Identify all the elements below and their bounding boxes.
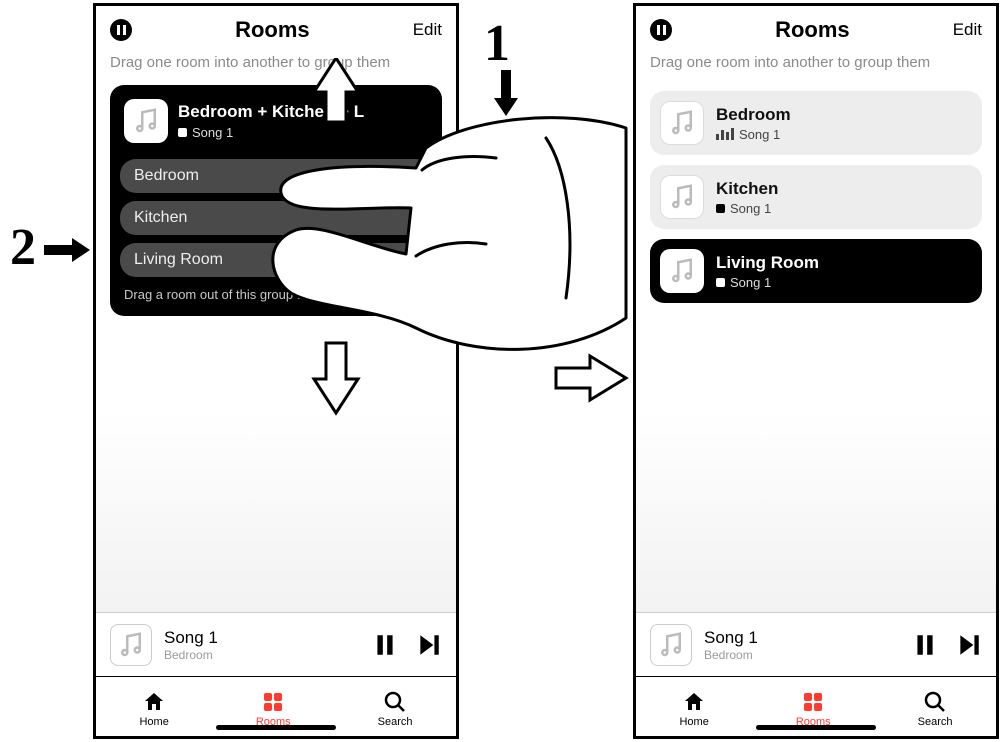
content-fade [636,412,996,612]
group-room-chip[interactable]: Kitchen [120,201,432,235]
tab-search[interactable]: Search [918,690,953,728]
album-art-icon [124,99,168,143]
arrow-right-icon [44,238,90,262]
room-nowplaying: Song 1 [716,275,819,290]
group-room-chip[interactable]: Living Room [120,243,432,277]
album-art-icon [650,624,692,666]
content-fade [96,412,456,612]
rooms-icon [261,690,285,714]
group-room-chip[interactable]: Bedroom [120,159,432,193]
home-indicator [756,725,876,730]
pause-icon[interactable] [650,19,672,41]
room-nowplaying: Song 1 [716,201,778,216]
group-nowplaying: Song 1 [178,125,364,140]
room-nowplaying: Song 1 [716,127,791,142]
tab-rooms[interactable]: Rooms [796,690,831,728]
stop-icon [716,204,725,213]
room-card-bedroom[interactable]: Bedroom Song 1 [650,91,982,155]
page-title: Rooms [235,17,310,43]
pause-button[interactable] [372,632,398,658]
now-playing-bar[interactable]: Song 1 Bedroom [96,612,456,676]
room-card-living-room[interactable]: Living Room Song 1 [650,239,982,303]
home-icon [682,690,706,714]
next-button[interactable] [956,632,982,658]
tab-home[interactable]: Home [679,690,708,728]
tab-rooms[interactable]: Rooms [256,690,291,728]
stop-icon [716,278,725,287]
tab-home[interactable]: Home [139,690,168,728]
np-room: Bedroom [704,648,900,662]
arrow-down-icon [494,70,518,116]
grouping-hint: Drag one room into another to group them [96,50,456,81]
stop-icon [178,128,187,137]
album-art-icon [660,249,704,293]
group-title: Bedroom + Kitchen + L [178,102,364,122]
search-icon [923,690,947,714]
next-button[interactable] [416,632,442,658]
page-title: Rooms [775,17,850,43]
phone-after: Rooms Edit Drag one room into another to… [633,3,999,739]
room-name: Living Room [716,253,819,273]
album-art-icon [110,624,152,666]
np-title: Song 1 [164,628,360,648]
phone-before: Rooms Edit Drag one room into another to… [93,3,459,739]
pause-icon[interactable] [110,19,132,41]
ungroup-hint: Drag a room out of this group to ungroup… [120,277,432,304]
grouping-hint: Drag one room into another to group them [636,50,996,81]
pause-button[interactable] [912,632,938,658]
header: Rooms Edit [636,6,996,50]
header: Rooms Edit [96,6,456,50]
room-group-card[interactable]: Bedroom + Kitchen + L Song 1 Bedroom Kit… [110,85,442,316]
room-card-kitchen[interactable]: Kitchen Song 1 [650,165,982,229]
tab-search[interactable]: Search [378,690,413,728]
room-name: Bedroom [716,105,791,125]
np-title: Song 1 [704,628,900,648]
home-icon [142,690,166,714]
search-icon [383,690,407,714]
album-art-icon [660,175,704,219]
step-number-1: 1 [484,14,510,73]
rooms-content: Bedroom + Kitchen + L Song 1 Bedroom Kit… [96,81,456,612]
equalizer-icon [716,128,734,140]
now-playing-bar[interactable]: Song 1 Bedroom [636,612,996,676]
home-indicator [216,725,336,730]
np-room: Bedroom [164,648,360,662]
room-name: Kitchen [716,179,778,199]
rooms-icon [801,690,825,714]
album-art-icon [660,101,704,145]
edit-button[interactable]: Edit [413,20,442,40]
rooms-content: Bedroom Song 1 Kitchen Song 1 [636,81,996,612]
step-number-2: 2 [10,218,36,277]
edit-button[interactable]: Edit [953,20,982,40]
